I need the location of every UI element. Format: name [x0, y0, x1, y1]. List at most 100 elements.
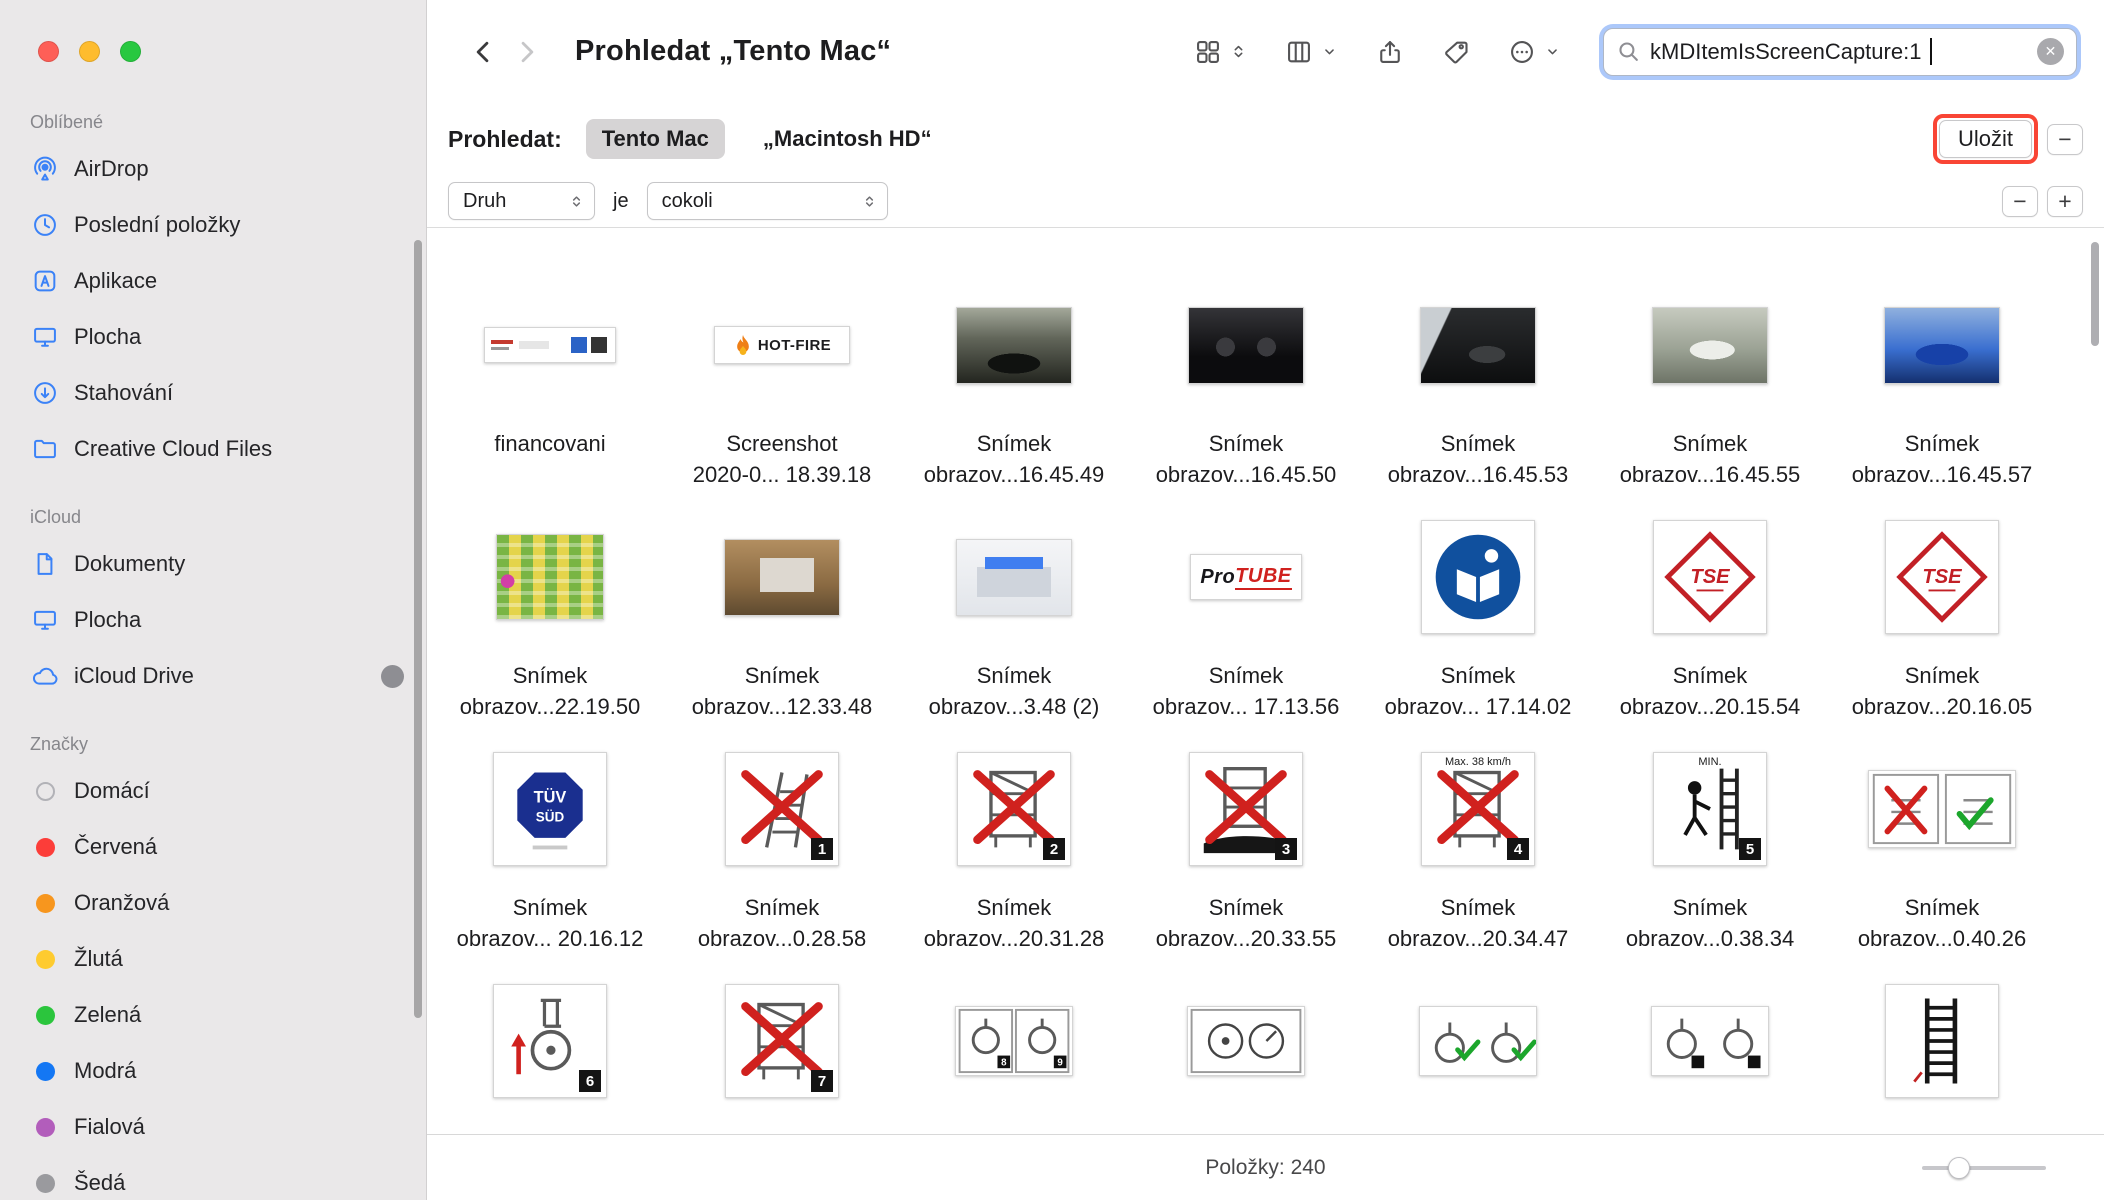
sidebar-item-label: Plocha	[74, 324, 142, 349]
save-search-button[interactable]: Uložit	[1938, 120, 2032, 158]
file-item[interactable]: 2 Snímek obrazov...20.31.28	[898, 726, 1130, 958]
view-mode-button[interactable]	[1194, 38, 1247, 66]
file-item[interactable]: Snímek obrazov...12.33.48	[666, 494, 898, 726]
sidebar-item-fialova[interactable]: Fialová	[0, 1099, 426, 1155]
sidebar-item-zluta[interactable]: Žlutá	[0, 931, 426, 987]
toolbar-buttons	[1194, 38, 1561, 66]
sidebar-item-icloud-drive[interactable]: iCloud Drive	[0, 648, 426, 704]
back-button[interactable]	[463, 31, 505, 73]
sidebar-item-plocha[interactable]: Plocha	[0, 592, 426, 648]
tags-button[interactable]	[1442, 38, 1470, 66]
file-item[interactable]: 3 Snímek obrazov...20.33.55	[1130, 726, 1362, 958]
filter-attribute-select[interactable]: Druh	[448, 182, 595, 220]
clear-search-button[interactable]: ✕	[2037, 38, 2064, 65]
filter-value-select[interactable]: cokoli	[646, 182, 888, 220]
sidebar-item-stahovani[interactable]: Stahování	[0, 365, 426, 421]
file-item[interactable]: Snímek obrazov...16.45.57	[1826, 262, 2058, 494]
file-item[interactable]: financovani	[434, 262, 666, 494]
file-thumbnail: 5 MIN.	[1653, 726, 1767, 892]
sidebar-item-label: Zelená	[74, 1002, 142, 1027]
desktop-icon	[30, 322, 60, 352]
svg-text:TSE: TSE	[1690, 566, 1730, 588]
sidebar-item-label: Poslední položky	[74, 212, 241, 237]
file-item[interactable]	[1594, 958, 1826, 1134]
group-by-button[interactable]	[1285, 38, 1338, 66]
slider-track	[1922, 1165, 2046, 1170]
file-item[interactable]: 89	[898, 958, 1130, 1134]
content-scrollbar-thumb[interactable]	[2091, 242, 2099, 346]
file-item[interactable]: HOT-FIRE Screenshot 2020-0... 18.39.18	[666, 262, 898, 494]
forward-button[interactable]	[505, 31, 547, 73]
more-actions-button[interactable]	[1508, 38, 1561, 66]
scope-option-macintosh-hd[interactable]: „Macintosh HD“	[747, 119, 948, 159]
file-name: financovani	[494, 431, 606, 456]
remove-search-row-button[interactable]: −	[2047, 123, 2083, 155]
file-item[interactable]: 1 Snímek obrazov...0.28.58	[666, 726, 898, 958]
airdrop-icon	[30, 154, 60, 184]
file-thumbnail	[1419, 958, 1537, 1124]
file-item[interactable]: Snímek obrazov...16.45.53	[1362, 262, 1594, 494]
scope-option-tento-mac[interactable]: Tento Mac	[585, 119, 725, 159]
tag-dot-icon	[30, 1168, 60, 1198]
file-thumbnail	[724, 494, 840, 660]
sidebar-item-oranzova[interactable]: Oranžová	[0, 875, 426, 931]
file-item[interactable]	[1362, 958, 1594, 1134]
sidebar-item-label: Fialová	[74, 1114, 145, 1139]
window-controls	[38, 41, 141, 62]
file-item[interactable]: Pro TUBE Snímek obrazov... 17.13.56	[1130, 494, 1362, 726]
sidebar-section-title: iCloud	[30, 507, 82, 527]
file-item[interactable]	[1130, 958, 1362, 1134]
sidebar-item-aplikace[interactable]: Aplikace	[0, 253, 426, 309]
file-thumbnail	[1651, 958, 1769, 1124]
file-item[interactable]: Snímek obrazov...16.45.50	[1130, 262, 1362, 494]
sidebar-scrollbar-thumb[interactable]	[414, 240, 422, 1018]
filter-attribute-value: Druh	[463, 189, 507, 212]
file-browser-content: financovani HOT-FIRE Screenshot 2020-0... 1…	[427, 228, 2104, 1134]
file-item[interactable]: 7	[666, 958, 898, 1134]
file-item[interactable]: 6	[434, 958, 666, 1134]
search-input[interactable]: kMDItemIsScreenCapture:1 ✕	[1603, 27, 2077, 76]
criteria-actions: − +	[2002, 185, 2083, 217]
close-button[interactable]	[38, 41, 59, 62]
sidebar-item-seda[interactable]: Šedá	[0, 1155, 426, 1200]
share-button[interactable]	[1376, 38, 1404, 66]
file-thumbnail	[1652, 262, 1768, 428]
minimize-button[interactable]	[79, 41, 100, 62]
file-item[interactable]: Snímek obrazov...16.45.49	[898, 262, 1130, 494]
desktop-icon	[30, 605, 60, 635]
file-item[interactable]: 4 Max. 38 km/h Snímek obrazov...20.34.47	[1362, 726, 1594, 958]
sidebar-item-modra[interactable]: Modrá	[0, 1043, 426, 1099]
file-item[interactable]: Snímek obrazov...22.19.50	[434, 494, 666, 726]
file-name: Snímek obrazov...20.15.54	[1619, 663, 1801, 719]
sidebar-item-creative-cloud-files[interactable]: Creative Cloud Files	[0, 421, 426, 477]
icloud-sync-badge	[381, 664, 404, 688]
scope-bar-label: Prohledat:	[448, 125, 562, 152]
file-item[interactable]: Snímek obrazov...3.48 (2)	[898, 494, 1130, 726]
file-grid: financovani HOT-FIRE Screenshot 2020-0... 1…	[427, 228, 2104, 1134]
sidebar-item-airdrop[interactable]: AirDrop	[0, 141, 426, 197]
file-thumbnail: 4 Max. 38 km/h	[1421, 726, 1535, 892]
file-item[interactable]: Snímek obrazov...0.40.26	[1826, 726, 2058, 958]
add-criteria-button[interactable]: +	[2047, 185, 2083, 217]
file-item[interactable]: Snímek obrazov...16.45.55	[1594, 262, 1826, 494]
file-item[interactable]: TSE Snímek obrazov...20.16.05	[1826, 494, 2058, 726]
zoom-button[interactable]	[120, 41, 141, 62]
file-name: Snímek obrazov...16.45.55	[1619, 431, 1801, 487]
sidebar-item-zelena[interactable]: Zelená	[0, 987, 426, 1043]
file-item[interactable]: Snímek obrazov... 17.14.02	[1362, 494, 1594, 726]
sidebar-item-posledni-polozky[interactable]: Poslední položky	[0, 197, 426, 253]
file-item[interactable]	[1826, 958, 2058, 1134]
file-item[interactable]: TÜV SÜD Snímek obrazov... 20.16.12	[434, 726, 666, 958]
file-item[interactable]: TSE Snímek obrazov...20.15.54	[1594, 494, 1826, 726]
finder-window: Oblíbené AirDrop Poslední položky Aplikace P…	[0, 0, 2104, 1200]
slider-knob[interactable]	[1948, 1156, 1970, 1179]
remove-criteria-button[interactable]: −	[2002, 185, 2038, 217]
file-name: Snímek obrazov... 17.14.02	[1384, 663, 1572, 719]
share-icon	[1380, 40, 1400, 63]
sidebar-item-cervena[interactable]: Červená	[0, 819, 426, 875]
sidebar-item-dokumenty[interactable]: Dokumenty	[0, 536, 426, 592]
file-item[interactable]: 5 MIN. Snímek obrazov...0.38.34	[1594, 726, 1826, 958]
icon-size-slider[interactable]	[1922, 1156, 2046, 1180]
sidebar-item-domaci[interactable]: Domácí	[0, 763, 426, 819]
sidebar-item-plocha[interactable]: Plocha	[0, 309, 426, 365]
